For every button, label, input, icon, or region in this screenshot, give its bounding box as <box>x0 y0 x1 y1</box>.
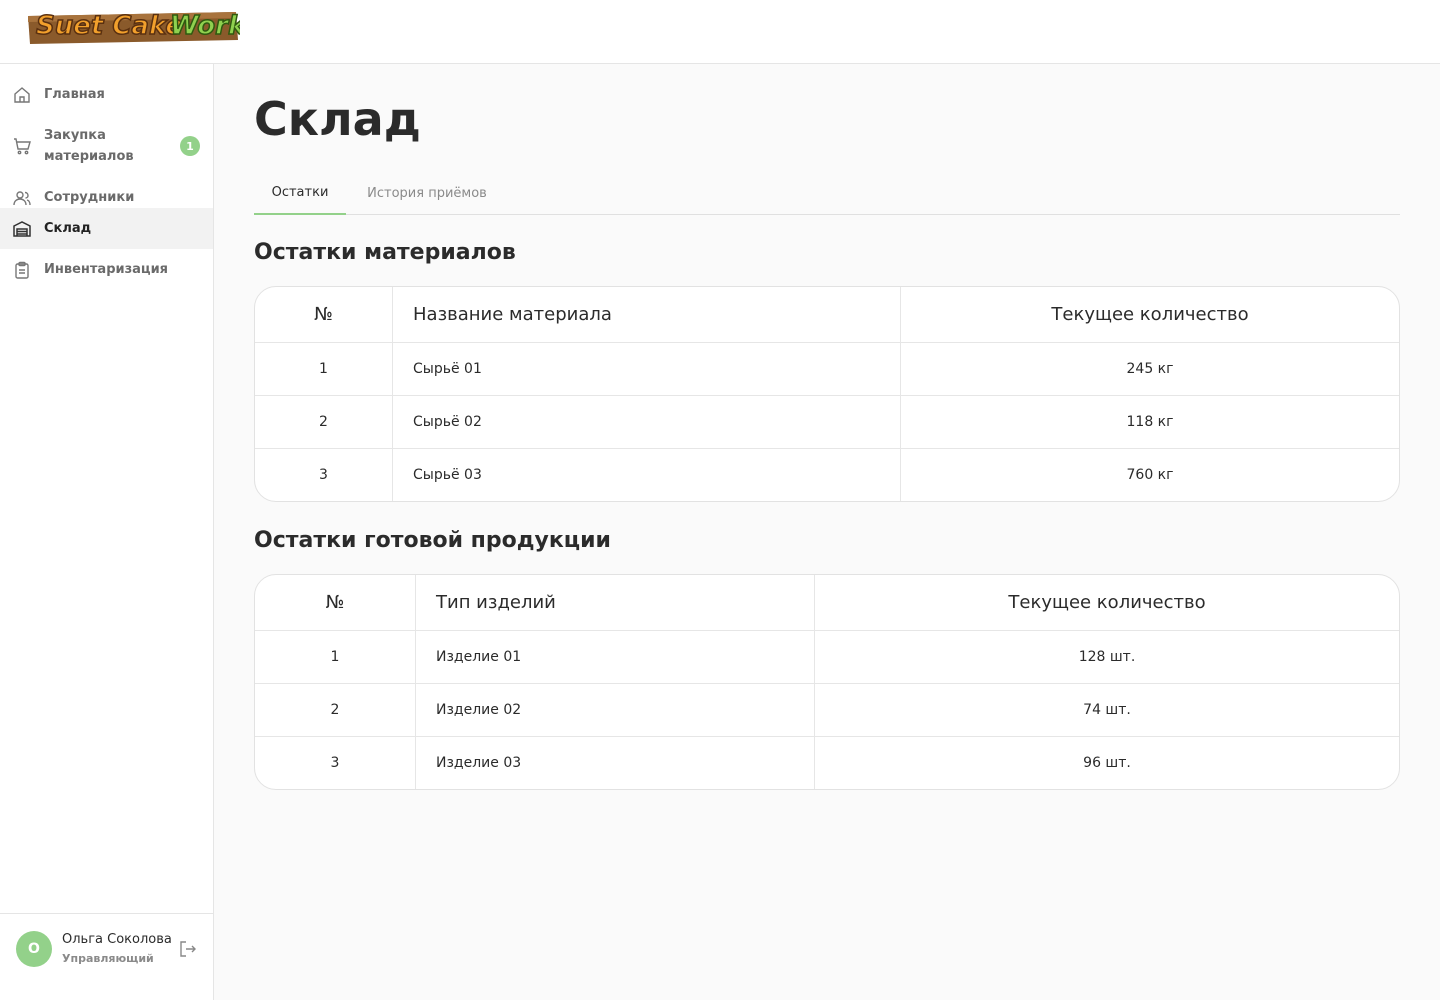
sidebar-item-label: Сотрудники <box>44 190 135 205</box>
material-quantity: 118 кг <box>900 396 1399 448</box>
column-header-name: Название материала <box>392 287 900 342</box>
table-header-row: № Тип изделий Текущее количество <box>255 575 1399 630</box>
brand-logo[interactable]: Suet Cake Work <box>24 2 240 46</box>
logo-icon: Suet Cake Work <box>28 10 240 44</box>
row-number: 2 <box>319 414 328 430</box>
warehouse-icon <box>12 219 32 239</box>
sidebar-item-inventory[interactable]: Инвентаризация <box>0 249 213 290</box>
row-number: 1 <box>319 361 328 377</box>
column-header-number: № <box>325 592 345 613</box>
tab-bar: Остатки История приёмов <box>254 172 1400 215</box>
row-number: 3 <box>330 755 340 771</box>
row-number: 1 <box>330 649 340 665</box>
avatar[interactable]: О <box>16 931 52 967</box>
sidebar-item-label: Склад <box>44 221 92 236</box>
products-table: № Тип изделий Текущее количество 1 Издел… <box>254 574 1400 790</box>
product-quantity: 74 шт. <box>814 684 1399 736</box>
sidebar-item-warehouse[interactable]: Склад <box>0 208 213 249</box>
top-bar: Suet Cake Work <box>0 0 1440 64</box>
logo-text-1: Suet Cake <box>36 11 183 41</box>
material-name: Сырьё 03 <box>392 449 900 501</box>
tab-stock[interactable]: Остатки <box>254 172 346 215</box>
user-role: Управляющий <box>62 952 154 965</box>
column-header-quantity: Текущее количество <box>814 575 1399 630</box>
product-quantity: 128 шт. <box>814 631 1399 683</box>
tab-receipt-history[interactable]: История приёмов <box>356 172 498 215</box>
sidebar-item-home[interactable]: Главная <box>0 74 213 115</box>
table-row: 2 Сырьё 02 118 кг <box>255 395 1399 448</box>
product-type: Изделие 03 <box>415 737 814 789</box>
product-type: Изделие 01 <box>415 631 814 683</box>
products-section-title: Остатки готовой продукции <box>254 528 611 553</box>
product-quantity: 96 шт. <box>814 737 1399 789</box>
materials-table: № Название материала Текущее количество … <box>254 286 1400 502</box>
user-name: Ольга Соколова <box>62 932 172 947</box>
table-row: 1 Изделие 01 128 шт. <box>255 630 1399 683</box>
home-icon <box>12 85 32 105</box>
table-header-row: № Название материала Текущее количество <box>255 287 1399 342</box>
table-row: 3 Сырьё 03 760 кг <box>255 448 1399 501</box>
user-profile: О Ольга Соколова Управляющий <box>0 913 213 1000</box>
column-header-quantity: Текущее количество <box>900 287 1399 342</box>
logout-icon[interactable] <box>178 939 198 959</box>
sidebar-item-purchase[interactable]: Закупка материалов 1 <box>0 115 213 177</box>
row-number: 3 <box>319 467 328 483</box>
sidebar-item-label: Главная <box>44 87 105 102</box>
users-icon <box>12 188 32 208</box>
cart-icon <box>12 136 32 156</box>
materials-section-title: Остатки материалов <box>254 240 516 265</box>
page-title: Склад <box>254 92 421 146</box>
notification-badge: 1 <box>180 136 200 156</box>
material-name: Сырьё 01 <box>392 343 900 395</box>
material-name: Сырьё 02 <box>392 396 900 448</box>
sidebar-item-label: Инвентаризация <box>44 262 169 277</box>
table-row: 2 Изделие 02 74 шт. <box>255 683 1399 736</box>
table-row: 1 Сырьё 01 245 кг <box>255 342 1399 395</box>
logo-text-2: Work <box>170 11 240 41</box>
clipboard-icon <box>12 260 32 280</box>
material-quantity: 760 кг <box>900 449 1399 501</box>
row-number: 2 <box>330 702 340 718</box>
sidebar: Главная Закупка материалов 1 Сотрудники … <box>0 64 214 1000</box>
column-header-number: № <box>314 304 333 325</box>
table-row: 3 Изделие 03 96 шт. <box>255 736 1399 789</box>
column-header-type: Тип изделий <box>415 575 814 630</box>
product-type: Изделие 02 <box>415 684 814 736</box>
sidebar-item-label: Закупка материалов <box>44 128 134 164</box>
material-quantity: 245 кг <box>900 343 1399 395</box>
